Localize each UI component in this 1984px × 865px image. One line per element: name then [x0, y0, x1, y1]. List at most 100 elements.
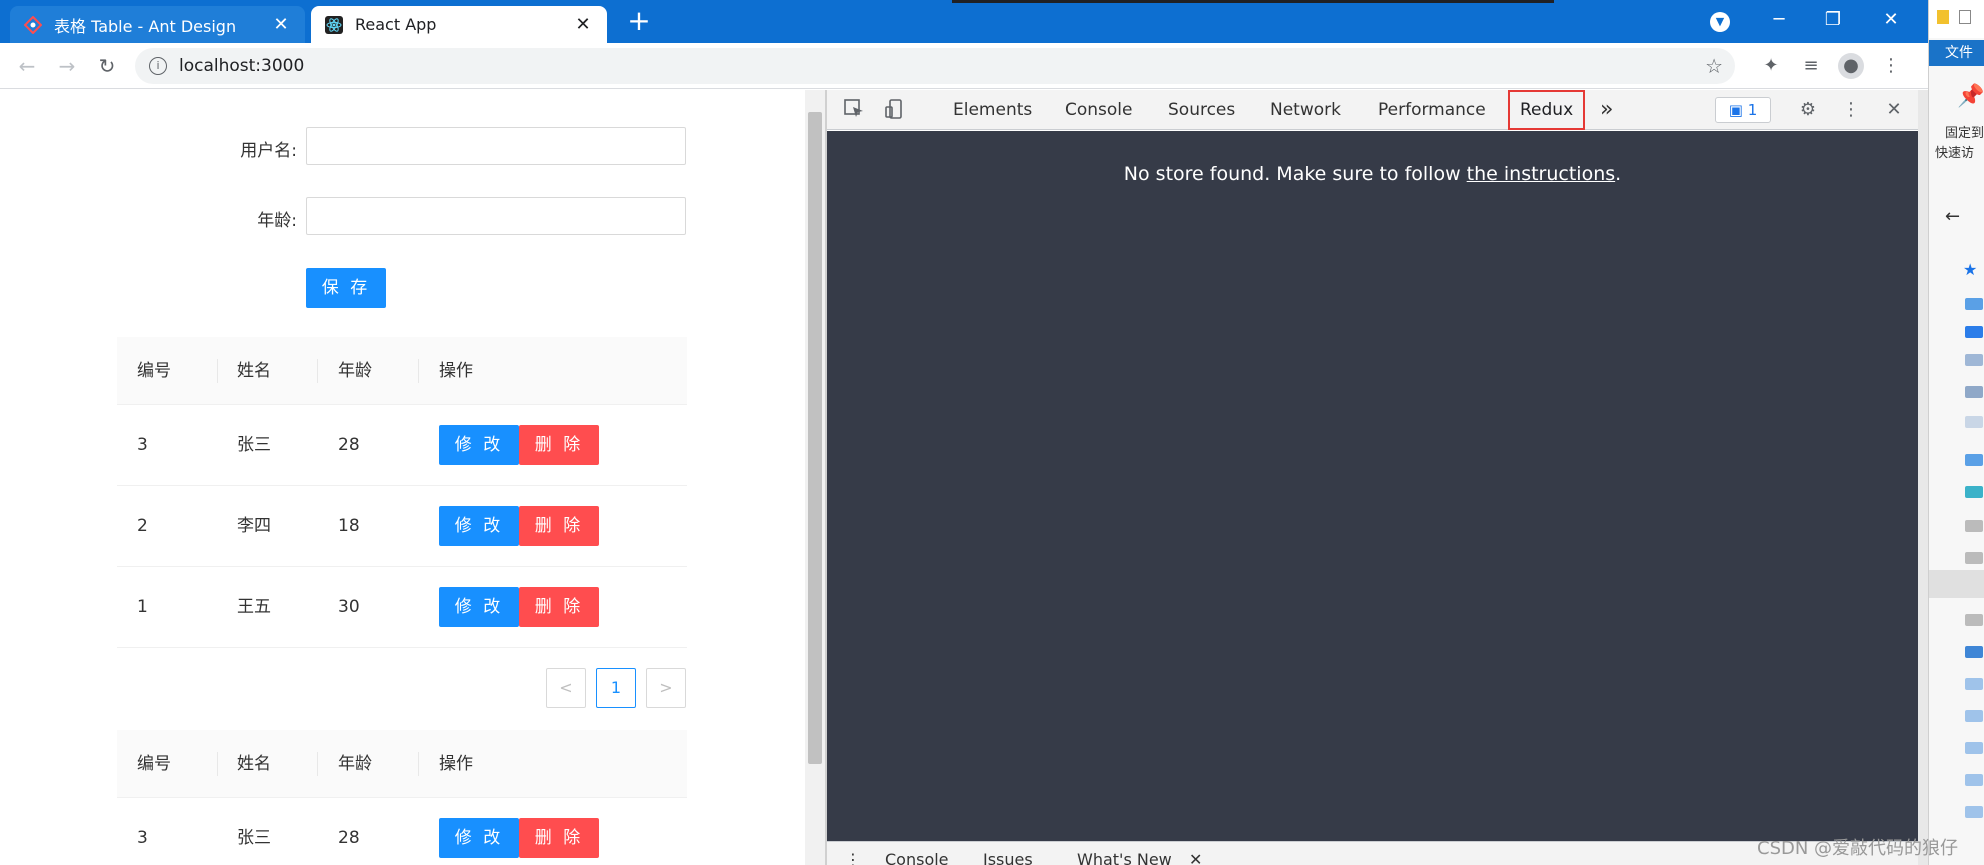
delete-button[interactable]: 删 除: [519, 425, 599, 465]
browser-menu-icon[interactable]: ⋮: [1878, 53, 1904, 79]
download-icon[interactable]: [1965, 326, 1983, 338]
drive-icon[interactable]: [1965, 552, 1983, 564]
back-icon[interactable]: ←: [12, 51, 42, 81]
delete-button[interactable]: 删 除: [519, 818, 599, 858]
screen: 表格 Table - Ant Design ✕ React App ✕ + ▼ …: [0, 0, 1984, 865]
restore-icon[interactable]: ❐: [1810, 0, 1856, 40]
antd-logo-icon: [23, 15, 43, 34]
close-window-icon[interactable]: ✕: [1868, 0, 1914, 40]
tab-antd-table[interactable]: 表格 Table - Ant Design ✕: [10, 6, 305, 43]
drive-icon[interactable]: [1965, 520, 1983, 532]
watermark: CSDN @爱敲代码的狼仔: [1757, 838, 1959, 859]
cell-name: 李四: [237, 516, 271, 536]
desktop-icon[interactable]: [1965, 298, 1983, 310]
edit-button[interactable]: 修 改: [439, 425, 519, 465]
device-toolbar-icon[interactable]: [881, 98, 907, 122]
tab-redux[interactable]: Redux: [1508, 90, 1586, 130]
forward-icon[interactable]: →: [52, 51, 82, 81]
new-tab-button[interactable]: +: [624, 6, 654, 36]
selected-row[interactable]: [1929, 570, 1984, 598]
inspect-element-icon[interactable]: [841, 98, 867, 122]
username-input[interactable]: [306, 127, 686, 165]
table-header: 编号 姓名 年龄 操作: [117, 730, 687, 798]
bookmark-star-icon[interactable]: ☆: [1705, 54, 1723, 78]
header-separator: [217, 359, 218, 383]
drive-icon[interactable]: [1965, 416, 1983, 428]
edit-button[interactable]: 修 改: [439, 587, 519, 627]
tab-performance[interactable]: Performance: [1378, 90, 1486, 130]
file-menu[interactable]: 文件: [1929, 40, 1984, 66]
cell-name: 张三: [237, 828, 271, 848]
tab-network[interactable]: Network: [1270, 90, 1341, 130]
computer-icon[interactable]: [1965, 774, 1983, 786]
pictures-icon[interactable]: [1965, 386, 1983, 398]
cell-age: 28: [338, 435, 360, 455]
extensions-icon[interactable]: ✦: [1758, 53, 1784, 79]
header-name: 姓名: [237, 361, 271, 381]
drawer-tab-whats-new[interactable]: What's New: [1077, 850, 1172, 865]
table-row: 3 张三 28 修 改 删 除: [117, 405, 687, 486]
computer-icon[interactable]: [1965, 678, 1983, 690]
tab-console[interactable]: Console: [1065, 90, 1133, 130]
cell-age: 30: [338, 597, 360, 617]
page-1-button[interactable]: 1: [596, 668, 636, 708]
media-control-icon[interactable]: ≡: [1798, 53, 1824, 79]
header-separator: [217, 752, 218, 776]
no-store-message: No store found. Make sure to follow the …: [827, 163, 1918, 185]
delete-button[interactable]: 删 除: [519, 587, 599, 627]
messages-count: 1: [1747, 101, 1758, 119]
checkbox-icon: [1959, 10, 1971, 24]
computer-icon[interactable]: [1965, 742, 1983, 754]
close-drawer-tab-icon[interactable]: ✕: [1189, 850, 1202, 865]
devtools-drawer: ⋮ Console Issues What's New ✕: [827, 841, 1918, 865]
page-scrollbar-thumb[interactable]: [808, 112, 822, 764]
username-row: 用户名:: [0, 127, 805, 167]
computer-icon[interactable]: [1965, 454, 1983, 466]
tab-search-icon[interactable]: ▼: [1710, 12, 1730, 32]
tab-elements[interactable]: Elements: [953, 90, 1032, 130]
notice-period: .: [1615, 163, 1622, 185]
site-info-icon[interactable]: i: [149, 57, 167, 75]
reload-icon[interactable]: ↻: [92, 51, 122, 81]
page-scrollbar[interactable]: [805, 90, 825, 865]
documents-icon[interactable]: [1965, 354, 1983, 366]
header-separator: [317, 752, 318, 776]
age-input[interactable]: [306, 197, 686, 235]
drive-icon[interactable]: [1965, 614, 1983, 626]
more-tabs-icon[interactable]: »: [1600, 90, 1613, 130]
back-arrow-icon[interactable]: ←: [1945, 206, 1960, 227]
prev-page-button[interactable]: <: [546, 668, 586, 708]
minimize-icon[interactable]: ─: [1756, 0, 1802, 40]
settings-gear-icon[interactable]: ⚙: [1795, 98, 1821, 122]
drawer-menu-icon[interactable]: ⋮: [845, 850, 861, 865]
message-icon: ▣: [1728, 101, 1743, 119]
computer-icon[interactable]: [1965, 710, 1983, 722]
devtools-menu-icon[interactable]: ⋮: [1838, 98, 1864, 122]
next-page-button[interactable]: >: [646, 668, 686, 708]
cell-name: 张三: [237, 435, 271, 455]
address-bar[interactable]: i localhost:3000 ☆: [135, 48, 1735, 84]
messages-badge[interactable]: ▣ 1: [1715, 97, 1771, 123]
close-devtools-icon[interactable]: ✕: [1881, 98, 1907, 122]
network-icon[interactable]: [1965, 486, 1983, 498]
delete-button[interactable]: 删 除: [519, 506, 599, 546]
save-button[interactable]: 保 存: [306, 268, 386, 308]
instructions-link[interactable]: the instructions: [1467, 163, 1615, 185]
edit-button[interactable]: 修 改: [439, 506, 519, 546]
profile-avatar-icon[interactable]: ●: [1838, 53, 1864, 79]
computer-icon[interactable]: [1965, 806, 1983, 818]
table-header: 编号 姓名 年龄 操作: [117, 337, 687, 405]
devtools-toolbar: Elements Console Sources Network Perform…: [827, 90, 1918, 130]
pin-icon[interactable]: 📌: [1957, 84, 1984, 109]
network-drive-icon[interactable]: [1965, 646, 1983, 658]
drawer-tab-console[interactable]: Console: [885, 850, 949, 865]
table-row: 1 王五 30 修 改 删 除: [117, 567, 687, 648]
close-tab-icon[interactable]: ✕: [271, 14, 291, 35]
drawer-tab-issues[interactable]: Issues: [983, 850, 1033, 865]
tab-react-app[interactable]: React App ✕: [311, 6, 607, 43]
browser-tab-bar: 表格 Table - Ant Design ✕ React App ✕ + ▼ …: [0, 0, 1928, 43]
edit-button[interactable]: 修 改: [439, 818, 519, 858]
close-tab-icon[interactable]: ✕: [573, 14, 593, 35]
header-actions: 操作: [439, 361, 473, 381]
tab-sources[interactable]: Sources: [1168, 90, 1235, 130]
